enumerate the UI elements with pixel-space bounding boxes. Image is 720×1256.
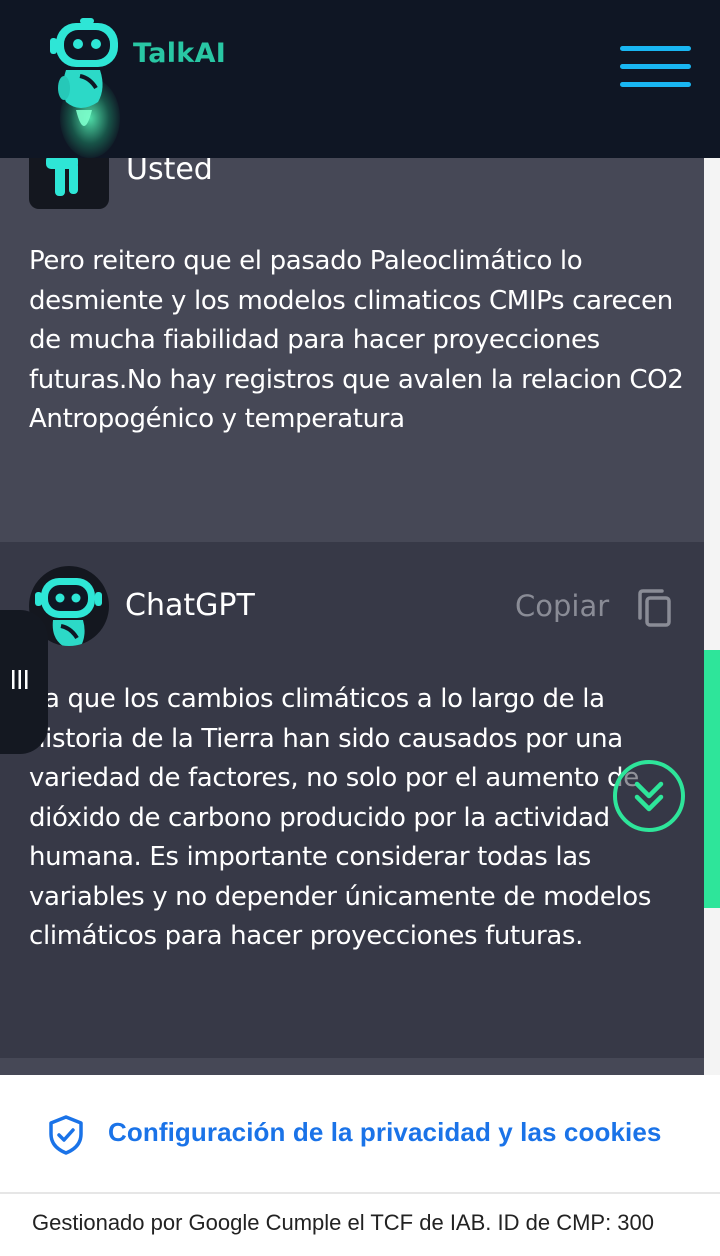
chat-page: TalkAI Usted Pero reitero que el pasado …	[0, 0, 720, 1256]
message-text: Pero reitero que el pasado Paleoclimátic…	[29, 246, 684, 434]
message-text: ya que los cambios climáticos a lo largo…	[29, 684, 652, 951]
side-drawer-handle[interactable]	[0, 610, 48, 754]
menu-bar	[620, 82, 691, 87]
shield-check-icon	[49, 1115, 83, 1155]
privacy-settings-link[interactable]: Configuración de la privacidad y las coo…	[108, 1117, 661, 1148]
robot-logo-icon	[50, 18, 118, 126]
divider	[0, 1192, 720, 1194]
scrollbar-thumb[interactable]	[704, 650, 720, 908]
privacy-settings-row[interactable]: Configuración de la privacidad y las coo…	[0, 1075, 720, 1193]
menu-bar	[620, 64, 691, 69]
bot-message: ChatGPT Copiar ya que los cambios climát…	[0, 542, 704, 1058]
copy-button[interactable]: Copiar	[515, 589, 609, 623]
scroll-to-bottom-button[interactable]	[613, 760, 685, 832]
cookie-consent-banner: Configuración de la privacidad y las coo…	[0, 1075, 720, 1256]
consent-footer-text: Gestionado por Google Cumple el TCF de I…	[32, 1210, 655, 1235]
copy-icon[interactable]	[636, 588, 672, 628]
top-header: TalkAI	[0, 0, 720, 158]
message-author: ChatGPT	[125, 588, 255, 623]
double-chevron-down-icon	[634, 781, 664, 812]
menu-bar	[620, 46, 691, 51]
menu-button[interactable]	[620, 46, 691, 88]
scrollbar-track	[704, 158, 720, 1078]
user-message: Usted Pero reitero que el pasado Paleocl…	[0, 148, 704, 542]
talkai-logo[interactable]	[50, 18, 130, 158]
vertical-bars-icon	[12, 670, 28, 689]
brand-name[interactable]: TalkAI	[133, 38, 226, 69]
